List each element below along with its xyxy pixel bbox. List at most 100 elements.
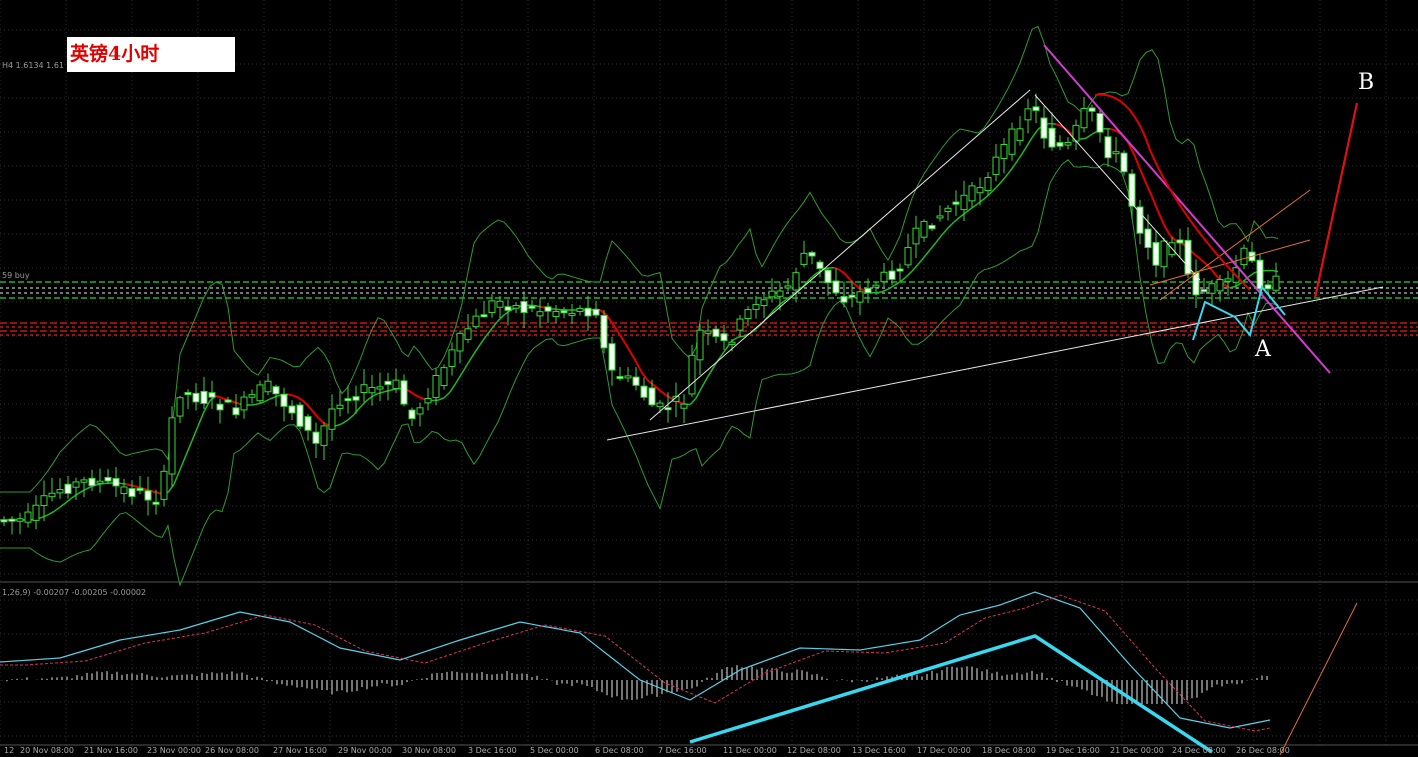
ma-segment-up — [1007, 165, 1015, 175]
ma-segment-up — [347, 413, 355, 421]
candle-bearish — [648, 387, 656, 406]
candle-bearish — [400, 380, 408, 405]
candle-bearish — [664, 407, 672, 411]
candle-bearish — [1032, 106, 1040, 111]
ma-segment-down — [833, 266, 841, 271]
bollinger-upper — [0, 25, 1279, 493]
ma-segment-up — [197, 411, 205, 427]
candle-bearish — [0, 519, 8, 523]
candle-bearish — [504, 306, 512, 311]
ma-segment-up — [185, 440, 193, 456]
x-tick-label: 17 Dec 00:00 — [917, 746, 971, 755]
x-tick-label: 30 Nov 08:00 — [402, 746, 456, 755]
candle-bullish — [576, 307, 584, 313]
ma-segment-up — [917, 256, 925, 265]
ma-segment-up — [371, 392, 379, 398]
x-tick-label: 29 Nov 00:00 — [338, 746, 392, 755]
ma-segment-up — [497, 314, 505, 322]
candle-bullish — [448, 349, 456, 367]
ma-segment-up — [707, 366, 715, 377]
candle-bearish — [232, 407, 240, 416]
ma-segment-down — [299, 397, 307, 405]
ma-segment-down — [845, 274, 853, 283]
candle-bullish — [176, 397, 184, 417]
candle-bullish — [800, 252, 808, 265]
candle-bearish — [608, 343, 616, 371]
candle-bullish — [568, 312, 576, 316]
candle-bullish — [1016, 128, 1024, 142]
ma-segment-up — [377, 391, 385, 395]
ma-segment-up — [71, 493, 79, 499]
candle-bullish — [1224, 278, 1232, 282]
candle-bearish — [1176, 239, 1184, 244]
x-tick-label: 27 Nov 16:00 — [273, 746, 327, 755]
candle-bullish — [760, 299, 768, 306]
candle-bearish — [632, 376, 640, 386]
candle-bullish — [704, 330, 712, 334]
candle-bullish — [736, 318, 744, 331]
candle-bullish — [728, 341, 736, 345]
ma-segment-up — [83, 486, 91, 491]
x-tick-label: 23 Nov 00:00 — [147, 746, 201, 755]
candle-bearish — [888, 270, 896, 280]
ma-segment-up — [923, 249, 931, 258]
ma-segment-up — [737, 335, 745, 338]
ma-segment-up — [947, 221, 955, 229]
ma-segment-up — [899, 276, 907, 283]
candle-bullish — [472, 315, 480, 328]
candle-bearish — [1088, 107, 1096, 112]
candle-bearish — [592, 308, 600, 316]
candle-bullish — [488, 300, 496, 314]
candle-bullish — [320, 425, 328, 446]
candle-bearish — [64, 483, 72, 494]
ma-segment-up — [77, 489, 85, 495]
ma-segment-down — [293, 394, 301, 400]
x-tick-label: 11 Dec 00:00 — [723, 746, 777, 755]
ma-segment-down — [1157, 210, 1165, 226]
candle-bearish — [1200, 289, 1208, 293]
candle-bearish — [528, 305, 536, 309]
candle-bearish — [192, 392, 200, 403]
candle-bearish — [824, 269, 832, 284]
moving-average — [0, 122, 1279, 521]
candle-bearish — [280, 393, 288, 407]
ma-segment-up — [1001, 173, 1009, 182]
ma-segment-up — [119, 482, 127, 485]
candle-bearish — [1152, 242, 1160, 266]
candle-bullish — [96, 480, 104, 484]
ma-segment-down — [1169, 234, 1177, 242]
ma-segment-up — [251, 403, 259, 406]
candle-bullish — [1272, 275, 1280, 291]
ma-segment-up — [905, 270, 913, 278]
x-tick-label: 12 — [4, 746, 14, 755]
candle-bullish — [904, 247, 912, 266]
candlesticks — [0, 93, 1280, 535]
candle-bullish — [1080, 107, 1088, 129]
ma-segment-up — [467, 353, 475, 364]
ma-red-overlay — [1094, 93, 1251, 291]
candle-bearish — [136, 487, 144, 491]
candle-bearish — [88, 477, 96, 487]
candle-bullish — [48, 492, 56, 498]
ma-segment-down — [1109, 127, 1117, 132]
ma-segment-up — [1019, 147, 1027, 158]
candle-bearish — [832, 280, 840, 294]
candle-bullish — [432, 374, 440, 398]
candle-bearish — [1144, 228, 1152, 249]
candle-bullish — [512, 304, 520, 309]
ma-segment-up — [455, 372, 463, 384]
x-axis-ticks: 12 20 Nov 08:00 21 Nov 16:00 23 Nov 00:00 26… — [4, 746, 1290, 755]
ma-segment-up — [1235, 281, 1243, 287]
candle-bullish — [536, 311, 544, 317]
candle-bullish — [1064, 142, 1072, 146]
candle-bullish — [1008, 128, 1016, 155]
ma-segment-up — [383, 389, 391, 393]
ma-segment-up — [389, 388, 397, 392]
candle-bearish — [544, 306, 552, 312]
candle-bullish — [768, 290, 776, 298]
candle-bearish — [208, 392, 216, 398]
candle-bullish — [984, 177, 992, 192]
ma-segment-up — [1025, 137, 1033, 148]
candle-bearish — [1256, 259, 1264, 290]
candle-bearish — [288, 405, 296, 414]
